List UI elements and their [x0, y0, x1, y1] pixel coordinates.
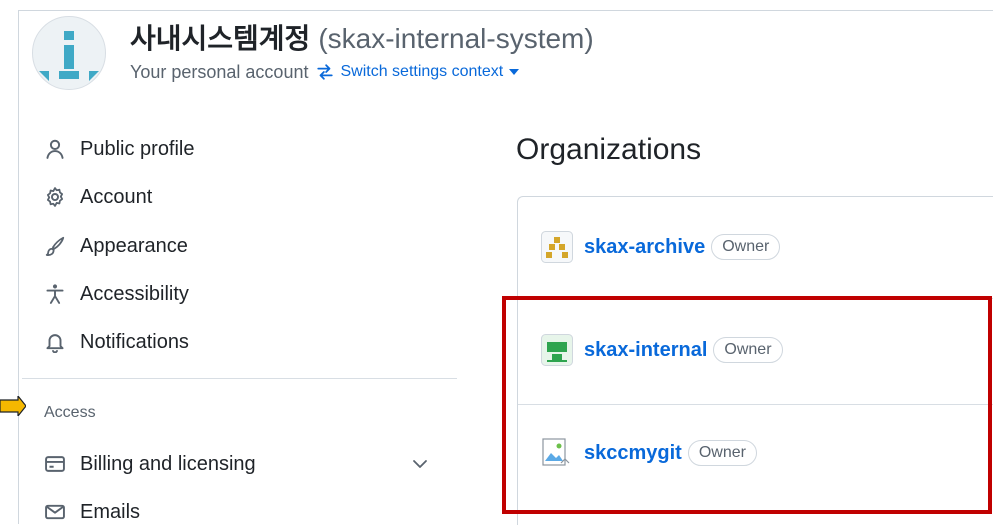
account-login: (skax-internal-system) — [318, 23, 594, 54]
sidebar-item-label: Billing and licensing — [80, 452, 256, 475]
sidebar-item-appearance[interactable]: Appearance — [44, 231, 188, 261]
sidebar-item-label: Appearance — [80, 234, 188, 257]
account-title: 사내시스템계정 (skax-internal-system) — [130, 22, 594, 56]
sidebar-item-billing-and-licensing[interactable]: Billing and licensing — [44, 449, 256, 479]
bell-icon — [46, 334, 64, 353]
arrow-switch-icon — [317, 64, 334, 80]
sidebar-item-notifications[interactable]: Notifications — [44, 327, 189, 357]
caret-down-icon — [509, 69, 520, 75]
switch-settings-context-button[interactable]: Switch settings context — [316, 60, 520, 84]
sidebar-item-label: Notifications — [80, 330, 189, 353]
switch-settings-context-label: Switch settings context — [340, 63, 504, 80]
chevron-down-icon[interactable] — [410, 456, 430, 472]
account-name: 사내시스템계정 — [130, 23, 311, 54]
window-top-border — [18, 10, 993, 11]
gear-icon — [46, 187, 64, 207]
account-subtitle: Your personal account Switch settings co… — [130, 60, 520, 84]
sidebar-item-label: Account — [80, 185, 153, 208]
list-item: skax-archive Owner — [541, 230, 781, 264]
user-avatar[interactable] — [32, 16, 106, 90]
sidebar-item-label: Emails — [80, 500, 141, 523]
mail-icon — [45, 504, 65, 520]
org-link-skax-archive[interactable]: skax-archive — [584, 236, 705, 259]
identicon-icon — [39, 31, 99, 81]
sidebar-item-account[interactable]: Account — [44, 182, 152, 212]
credit-card-icon — [45, 456, 65, 472]
paintbrush-icon — [45, 236, 65, 256]
role-badge: Owner — [711, 234, 781, 260]
sidebar-item-label: Public profile — [80, 137, 195, 160]
accessibility-icon — [46, 284, 64, 304]
personal-account-label: Your personal account — [130, 62, 309, 82]
sidebar-divider — [22, 378, 457, 379]
window-left-border — [18, 10, 19, 524]
page-title: Organizations — [516, 133, 702, 166]
sidebar-section-access: Access — [44, 404, 96, 421]
person-icon — [46, 139, 64, 159]
sidebar-item-emails[interactable]: Emails — [44, 497, 140, 527]
sidebar-item-accessibility[interactable]: Accessibility — [44, 279, 189, 309]
sidebar-item-label: Accessibility — [80, 282, 189, 305]
highlight-box — [502, 296, 992, 514]
arrow-pointer-icon — [0, 396, 26, 416]
sidebar-item-public-profile[interactable]: Public profile — [44, 134, 195, 164]
org-avatar-icon — [541, 231, 573, 263]
